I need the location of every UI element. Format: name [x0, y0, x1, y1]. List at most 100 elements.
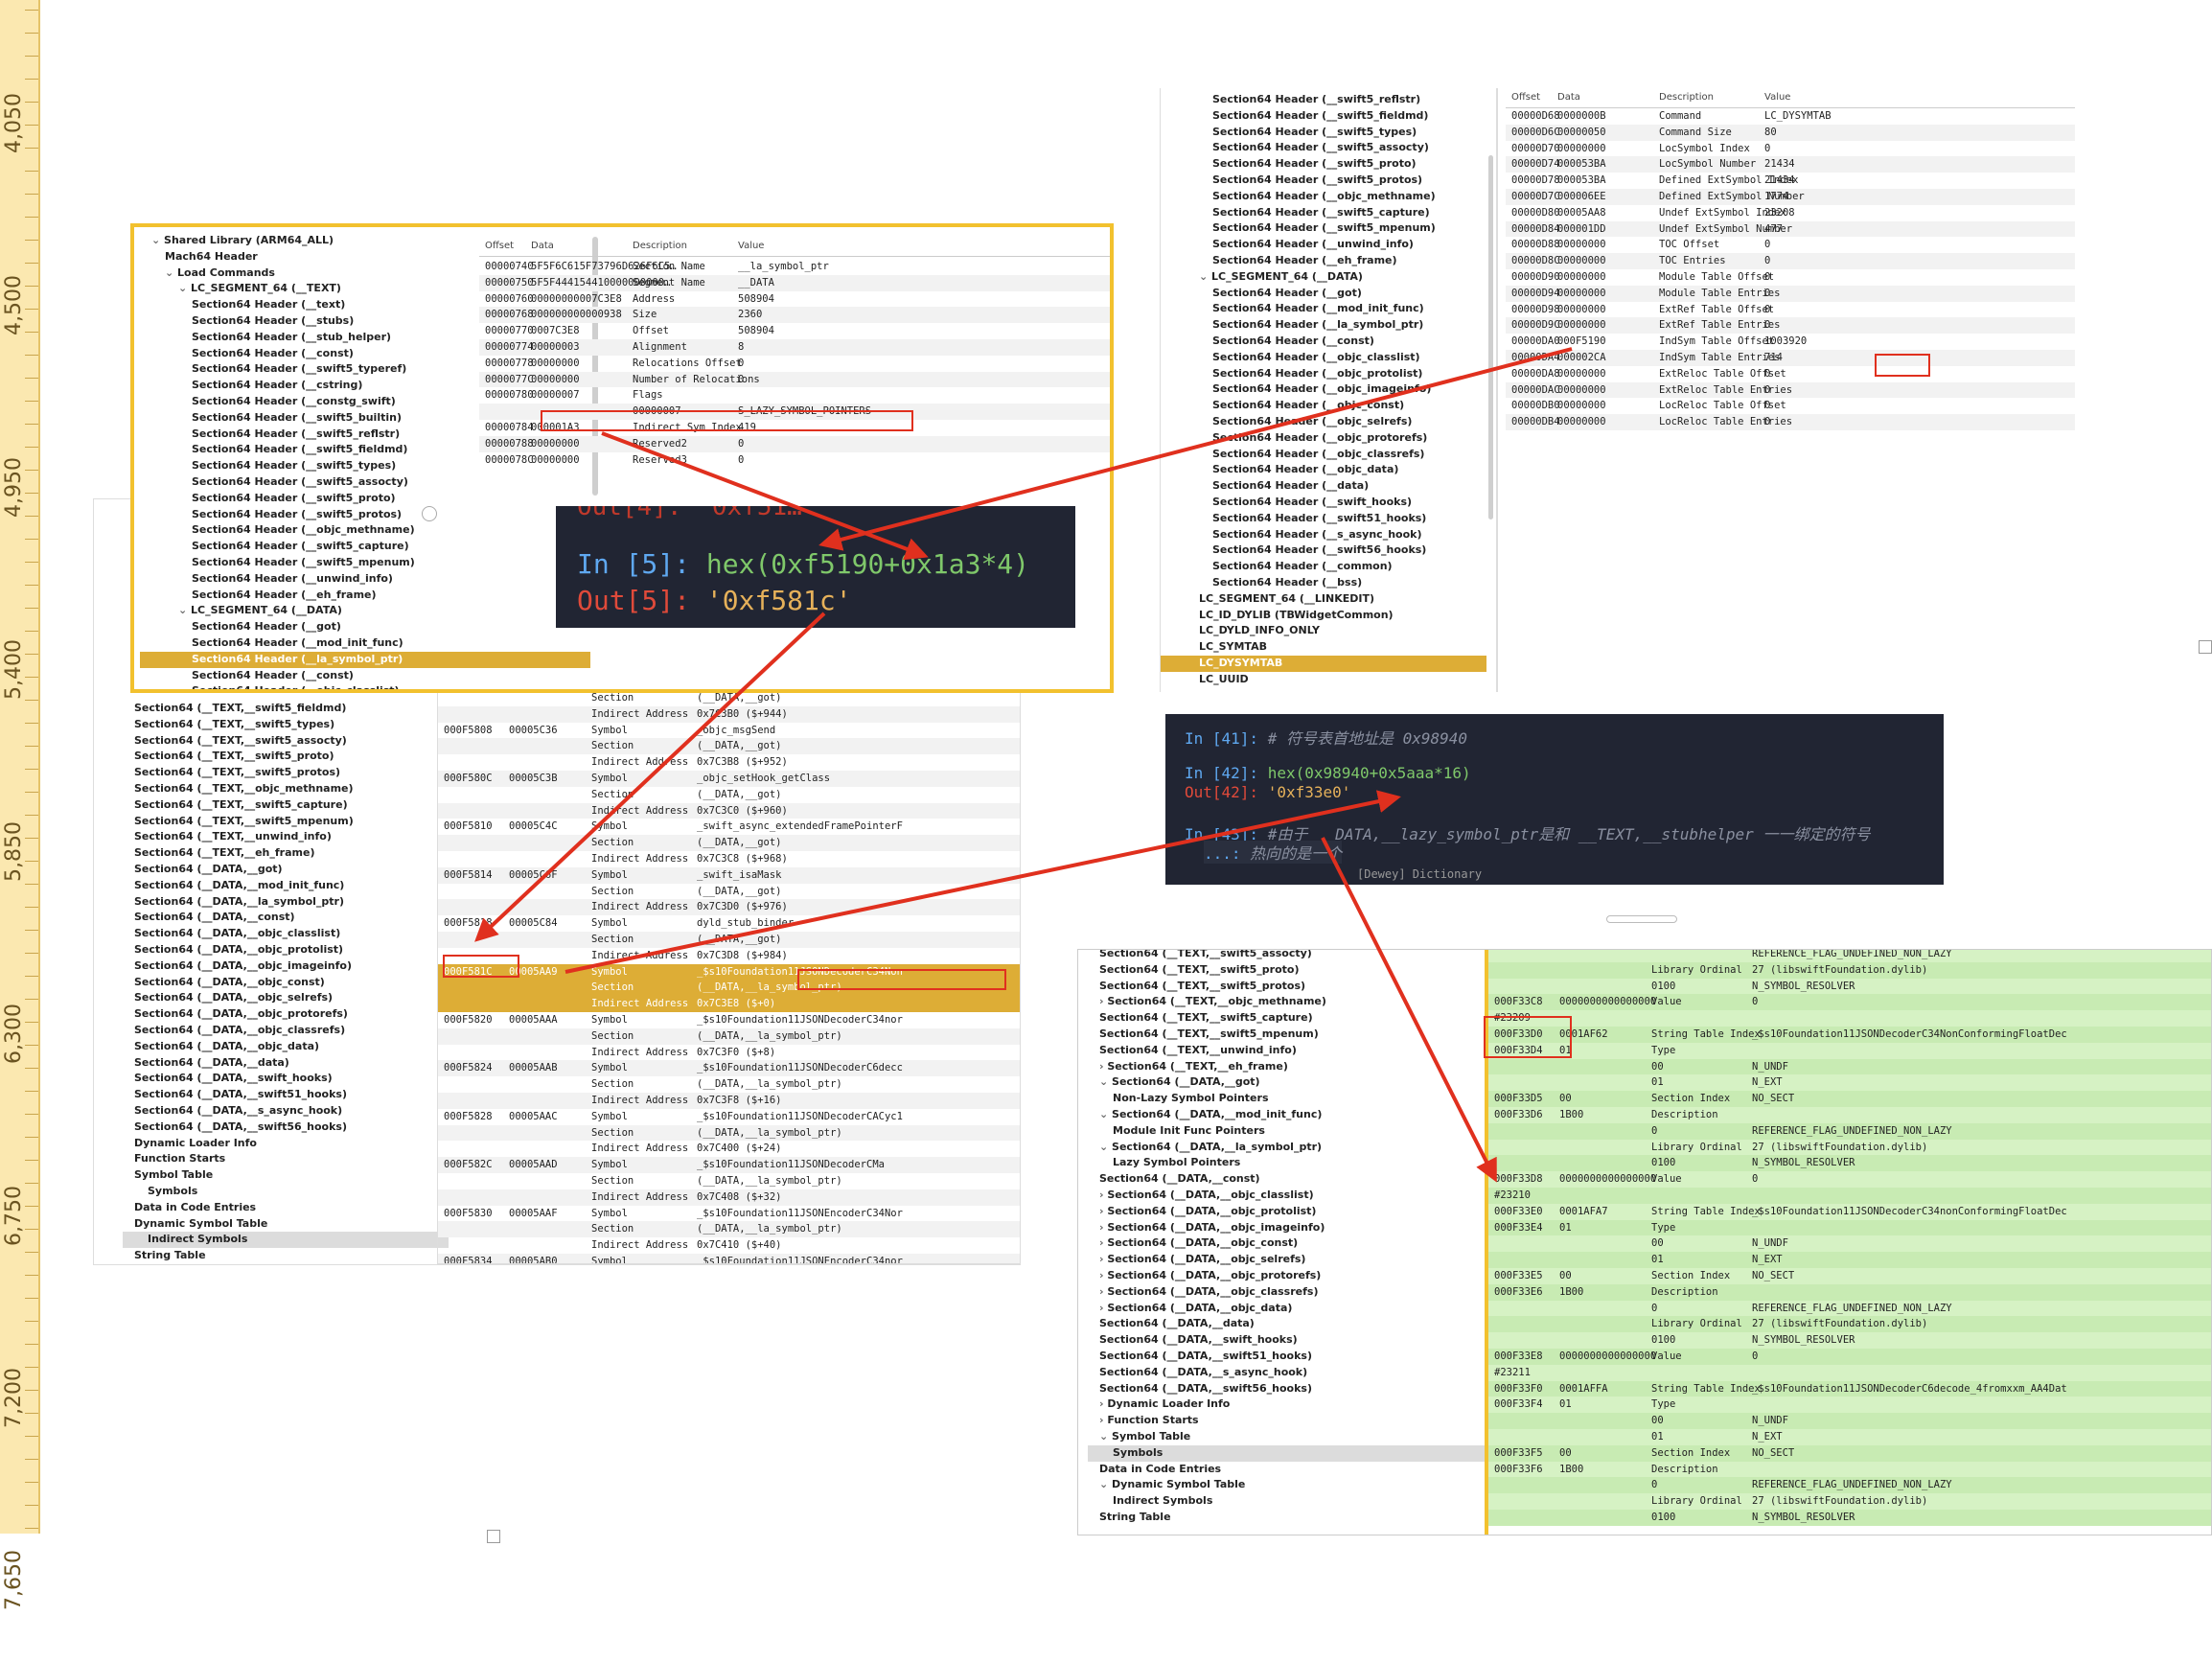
tree-item[interactable]: Section64 (__DATA,__objc_selrefs) — [123, 990, 449, 1006]
tree-item[interactable]: Section64 (__DATA,__swift56_hooks) — [123, 1120, 449, 1136]
table-row[interactable]: 000F5818 00005C84 Symbol dyld_stub_binder — [438, 915, 1020, 932]
table-row[interactable]: 00000778 00000000 Relocations Offset 0 — [479, 356, 1110, 372]
table-row[interactable]: 0 REFERENCE_FLAG_UNDEFINED_NON_LAZY — [1488, 1300, 2211, 1317]
tree-item[interactable]: Section64 Header (__objc_imageinfo) — [1161, 381, 1486, 398]
table-row[interactable]: 00000D8C 00000000 TOC Entries 0 — [1506, 253, 2075, 269]
table-row[interactable]: Indirect Address 0x7C3D8 ($+984) — [438, 948, 1020, 964]
table-row[interactable]: 00000D94 00000000 Module Table Entries 0 — [1506, 285, 2075, 302]
table-row[interactable]: #23211 — [1488, 1364, 2211, 1381]
tree-item[interactable]: LC_SEGMENT_64 (__LINKEDIT) — [1161, 591, 1486, 608]
tree-item[interactable]: Section64 (__DATA,__objc_classlist) — [123, 926, 449, 942]
tree-item[interactable]: Section64 (__DATA,__swift51_hooks) — [123, 1087, 449, 1103]
tree-item[interactable]: Data in Code Entries — [123, 1200, 449, 1216]
table-row[interactable]: 0100 N_SYMBOL_RESOLVER — [1488, 1332, 2211, 1349]
tree-item[interactable]: Symbols — [123, 1184, 449, 1200]
tree-item[interactable]: LC_ID_DYLIB (TBWidgetCommon) — [1161, 608, 1486, 624]
table-row[interactable]: 00000D7C 000006EE Defined ExtSymbol Number… — [1506, 188, 2075, 205]
table-row[interactable]: 00000DB4 00000000 LocReloc Table Entries 0 — [1506, 414, 2075, 430]
resize-handle[interactable] — [487, 1530, 500, 1543]
radio-circle[interactable] — [422, 506, 437, 521]
column-header[interactable]: Data — [531, 237, 554, 256]
table-row[interactable]: Indirect Address 0x7C3F8 ($+16) — [438, 1092, 1020, 1109]
table-row[interactable]: Indirect Address 0x7C410 ($+40) — [438, 1237, 1020, 1254]
tree-item[interactable]: Section64 (__DATA,__objc_const) — [123, 975, 449, 991]
tree-item[interactable]: Section64 Header (__mod_init_func) — [1161, 301, 1486, 317]
tree-item[interactable]: Section64 (__DATA,__objc_protolist) — [123, 942, 449, 958]
tree-item[interactable]: String Table — [123, 1248, 449, 1264]
tree-item[interactable]: Section64 (__DATA,__objc_data) — [123, 1039, 449, 1055]
table-row[interactable]: 000F5810 00005C4C Symbol _swift_async_exten… — [438, 819, 1020, 835]
tree-item[interactable]: Section64 Header (__const) — [1161, 334, 1486, 350]
table-row[interactable]: 00000788 00000000 Reserved2 0 — [479, 435, 1110, 452]
table-row[interactable]: Section (__DATA,__got) — [438, 738, 1020, 755]
tree-item[interactable]: Section64 Header (__swift56_hooks) — [1161, 542, 1486, 559]
tree-item[interactable]: Section64 Header (__common) — [1161, 559, 1486, 575]
tree-item[interactable]: Section64 Header (__got) — [1161, 286, 1486, 302]
table-row[interactable]: 00000DB0 00000000 LocReloc Table Offset 0 — [1506, 398, 2075, 414]
tree-item[interactable]: Section64 Header (__objc_classrefs) — [1161, 447, 1486, 463]
table-row[interactable]: Section (__DATA,__got) — [438, 884, 1020, 900]
table-row[interactable]: 000F33E4 01 Type — [1488, 1219, 2211, 1236]
tree-item[interactable]: Section64 Header (__swift5_fieldmd) — [1161, 108, 1486, 125]
tree-item[interactable]: Section64 Header (__eh_frame) — [1161, 253, 1486, 269]
drag-handle[interactable] — [1606, 915, 1677, 923]
tree-item[interactable]: Symbol Table — [123, 1167, 449, 1184]
tree-item[interactable]: Section64 Header (__swift5_assocty) — [1161, 140, 1486, 156]
tree-item[interactable]: Section64 (__DATA,__s_async_hook) — [123, 1103, 449, 1120]
tree-item[interactable]: ⌄ LC_SEGMENT_64 (__DATA) — [1161, 269, 1486, 286]
table-row[interactable]: 00000780 00000007 Flags — [479, 387, 1110, 404]
bottom-right-table[interactable]: REFERENCE_FLAG_UNDEFINED_NON_LAZY Library… — [1485, 950, 2211, 1535]
table-row[interactable]: Library Ordinal 27 (libswiftFoundation.dy… — [1488, 1139, 2211, 1156]
tree-item[interactable]: Section64 (__DATA,__objc_imageinfo) — [123, 958, 449, 975]
table-row[interactable]: Section (__DATA,__la_symbol_ptr) — [438, 1027, 1020, 1045]
table-row[interactable]: 00000D70 00000000 LocSymbol Index 0 — [1506, 141, 2075, 157]
tree-item[interactable]: LC_DYSYMTAB — [1161, 655, 1486, 672]
tree-item[interactable]: Section64 Header (__la_symbol_ptr) — [1161, 317, 1486, 334]
table-row[interactable]: 00000760 00000000007C3E8 Address 508904 — [479, 291, 1110, 308]
tree-item[interactable]: Section64 Header (__objc_data) — [1161, 462, 1486, 478]
table-row[interactable]: 000F5834 00005AB0 Symbol _$s10Foundation11J… — [438, 1253, 1020, 1263]
tree-item[interactable]: Section64 (__DATA,__la_symbol_ptr) — [123, 894, 449, 911]
table-row[interactable]: Indirect Address 0x7C400 ($+24) — [438, 1141, 1020, 1157]
table-row[interactable]: 0000077C 00000000 Number of Relocations 0 — [479, 371, 1110, 388]
tree-item[interactable]: Section64 (__TEXT,__swift5_types) — [123, 717, 449, 733]
resize-handle[interactable] — [2199, 640, 2212, 654]
table-row[interactable]: 00 N_UNDF — [1488, 1413, 2211, 1429]
table-row[interactable]: 00 N_UNDF — [1488, 1058, 2211, 1075]
table-row[interactable]: 01 N_EXT — [1488, 1074, 2211, 1092]
table-row[interactable]: Indirect Address 0x7C408 ($+32) — [438, 1189, 1020, 1206]
table-row[interactable]: Section (__DATA,__got) — [438, 835, 1020, 851]
table-row[interactable]: 000F33D8 0000000000000000 Value 0 — [1488, 1171, 2211, 1188]
table-row[interactable]: 000F5830 00005AAF Symbol _$s10Foundation11J… — [438, 1206, 1020, 1222]
column-header[interactable]: Description — [633, 237, 687, 256]
table-row[interactable]: 000F33D4 01 Type — [1488, 1042, 2211, 1059]
chevron-down-icon[interactable]: ⌄ — [178, 604, 191, 616]
column-header[interactable]: Description — [1659, 88, 1714, 107]
table-row[interactable]: 00000DA4 000002CA IndSym Table Entries 714 — [1506, 349, 2075, 366]
column-header[interactable]: Value — [1764, 88, 1790, 107]
table-row[interactable]: 000F33D0 0001AF62 String Table Index _$s10F… — [1488, 1026, 2211, 1043]
table-row[interactable]: 0 REFERENCE_FLAG_UNDEFINED_NON_LAZY — [1488, 1122, 2211, 1140]
tree-item[interactable]: Section64 Header (__bss) — [1161, 575, 1486, 591]
table-row[interactable]: 000F5820 00005AAA Symbol _$s10Foundation11J… — [438, 1012, 1020, 1028]
table-row[interactable]: Section (__DATA,__la_symbol_ptr) — [438, 1173, 1020, 1189]
tree-item[interactable]: Section64 Header (__swift5_reflstr) — [1161, 92, 1486, 108]
tree-item[interactable]: Section64 Header (__objc_classlist) — [1161, 350, 1486, 366]
mid-tree[interactable]: Section64 (__TEXT,__swift5_fieldmd) Secti… — [123, 701, 449, 1264]
table-row[interactable]: 000F5808 00005C36 Symbol _objc_msgSend — [438, 723, 1020, 739]
splitter[interactable] — [1496, 88, 1498, 692]
table-row[interactable]: 000F33E6 1B00 Description — [1488, 1283, 2211, 1301]
table-row[interactable]: 000F33F6 1B00 Description — [1488, 1461, 2211, 1478]
table-row[interactable]: 00000750 5F5F444154410000000000… Segment N… — [479, 274, 1110, 291]
tree-item[interactable]: Section64 (__DATA,__mod_init_func) — [123, 878, 449, 894]
tree-item[interactable]: Section64 (__TEXT,__swift5_capture) — [123, 797, 449, 814]
table-row[interactable]: 00000D74 000053BA LocSymbol Number 21434 — [1506, 156, 2075, 173]
table-row[interactable]: Indirect Address 0x7C3B0 ($+944) — [438, 705, 1020, 723]
tree-item[interactable]: Section64 (__DATA,__swift_hooks) — [123, 1071, 449, 1087]
tree-item[interactable]: Section64 Header (__objc_const) — [1161, 398, 1486, 414]
chevron-down-icon[interactable]: ⌄ — [165, 266, 177, 279]
table-row[interactable]: 000F33D6 1B00 Description — [1488, 1106, 2211, 1123]
table-row[interactable]: 00000D68 0000000B Command LC_DYSYMTAB — [1506, 108, 2075, 125]
tree-item[interactable]: Section64 Header (__swift5_mpenum) — [1161, 220, 1486, 237]
table-row[interactable]: 00000768 000000000000938 Size 2360 — [479, 307, 1110, 324]
